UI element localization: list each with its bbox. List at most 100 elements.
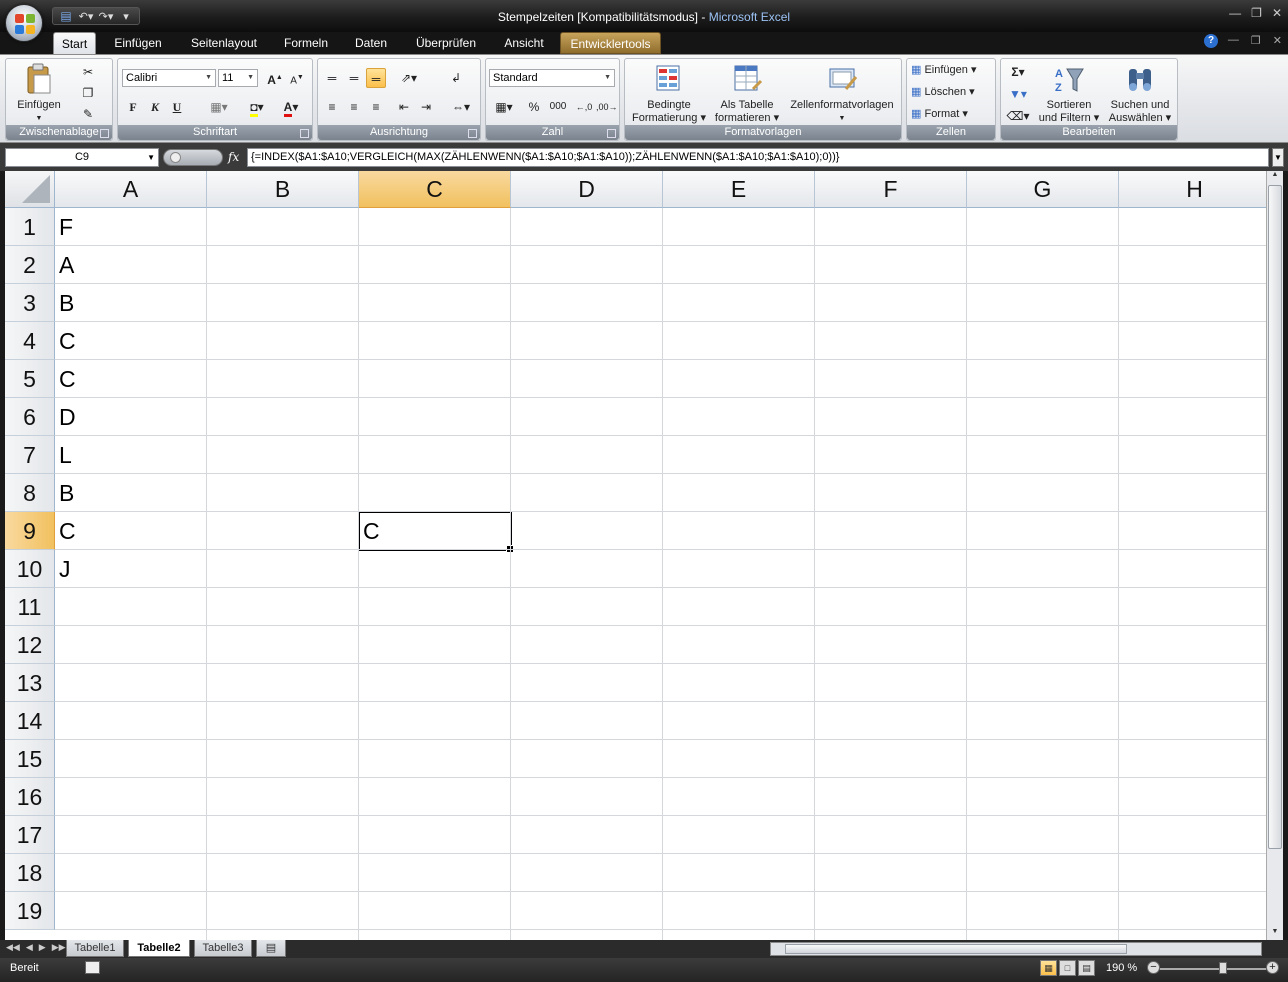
row-header-14[interactable]: 14 [5, 702, 55, 740]
shrink-font-icon[interactable]: A▼ [287, 68, 307, 88]
minimize-icon[interactable]: — [1229, 6, 1241, 20]
tab-einfuegen[interactable]: Einfügen [106, 32, 170, 54]
tab-ansicht[interactable]: Ansicht [496, 32, 552, 54]
currency-icon[interactable]: ▦▾ [489, 97, 519, 117]
align-bottom-icon[interactable]: ═ [366, 68, 386, 88]
column-header-f[interactable]: F [815, 171, 967, 208]
format-painter-icon[interactable]: ✎ [78, 104, 98, 124]
cell-a7[interactable]: L [55, 436, 207, 474]
wb-close-icon[interactable]: ✕ [1273, 34, 1282, 47]
tab-ueberpruefen[interactable]: Überprüfen [406, 32, 486, 54]
clipboard-launcher-icon[interactable] [100, 129, 109, 138]
maximize-icon[interactable]: ❐ [1251, 6, 1262, 20]
help-icon[interactable]: ? [1204, 34, 1218, 48]
fill-color-icon[interactable]: ◘▾ [242, 97, 272, 117]
conditional-formatting-button[interactable]: Bedingte Formatierung ▾ [629, 63, 709, 124]
row-header-15[interactable]: 15 [5, 740, 55, 778]
row-header-9[interactable]: 9 [5, 512, 55, 550]
next-sheet-icon[interactable]: ▶ [39, 942, 46, 953]
merge-center-icon[interactable]: ⇔▾ [446, 97, 476, 117]
first-sheet-icon[interactable]: ◀◀ [6, 942, 20, 953]
underline-button[interactable]: U [167, 97, 187, 117]
normal-view-icon[interactable]: ▦ [1040, 960, 1057, 976]
row-header-10[interactable]: 10 [5, 550, 55, 588]
find-select-button[interactable]: Suchen und Auswählen ▾ [1105, 63, 1175, 124]
cell-c9-value[interactable]: C [359, 512, 511, 550]
cell-a1[interactable]: F [55, 208, 207, 246]
row-header-17[interactable]: 17 [5, 816, 55, 854]
row-header-12[interactable]: 12 [5, 626, 55, 664]
insert-function-icon[interactable]: fx [228, 148, 246, 167]
zoom-slider-knob[interactable] [1219, 962, 1227, 974]
page-break-view-icon[interactable]: ▤ [1078, 960, 1095, 976]
row-header-7[interactable]: 7 [5, 436, 55, 474]
autosum-icon[interactable]: Σ▾ [1004, 62, 1032, 82]
cell-a6[interactable]: D [55, 398, 207, 436]
tab-entwicklertools[interactable]: Entwicklertools [560, 32, 661, 54]
page-layout-view-icon[interactable]: □ [1059, 960, 1076, 976]
grow-font-icon[interactable]: A▲ [265, 68, 285, 88]
wrap-text-icon[interactable]: ↲ [446, 68, 466, 88]
number-launcher-icon[interactable] [607, 129, 616, 138]
insert-sheet-icon[interactable]: ▤ [256, 940, 286, 957]
font-launcher-icon[interactable] [300, 129, 309, 138]
column-header-c[interactable]: C [359, 171, 511, 208]
formula-bar-splitter[interactable] [163, 149, 223, 166]
row-header-11[interactable]: 11 [5, 588, 55, 626]
cell-a10[interactable]: J [55, 550, 207, 588]
zoom-level[interactable]: 190 % [1106, 962, 1137, 974]
horizontal-scrollbar[interactable] [770, 942, 1262, 956]
row-header-1[interactable]: 1 [5, 208, 55, 246]
horizontal-scroll-thumb[interactable] [785, 944, 1127, 954]
column-header-g[interactable]: G [967, 171, 1119, 208]
align-center-icon[interactable]: ≡ [344, 97, 364, 117]
column-header-b[interactable]: B [207, 171, 359, 208]
scroll-down-icon[interactable]: ▼ [1267, 928, 1283, 940]
row-header-13[interactable]: 13 [5, 664, 55, 702]
wb-minimize-icon[interactable]: — [1228, 34, 1239, 47]
column-header-d[interactable]: D [511, 171, 663, 208]
alignment-launcher-icon[interactable] [468, 129, 477, 138]
wb-restore-icon[interactable]: ❐ [1251, 34, 1261, 47]
row-header-18[interactable]: 18 [5, 854, 55, 892]
format-cells-button[interactable]: ▦ Format ▾ [911, 108, 995, 121]
delete-cells-button[interactable]: ▦ Löschen ▾ [911, 86, 995, 99]
align-left-icon[interactable]: ≡ [322, 97, 342, 117]
name-box-dropdown-icon[interactable]: ▼ [147, 149, 155, 166]
cell-a8[interactable]: B [55, 474, 207, 512]
italic-button[interactable]: K [145, 97, 165, 117]
row-header-4[interactable]: 4 [5, 322, 55, 360]
last-sheet-icon[interactable]: ▶▶ [52, 942, 66, 953]
formula-input[interactable]: {=INDEX($A1:$A10;VERGLEICH(MAX(ZÄHLENWEN… [247, 148, 1269, 167]
font-size-box[interactable]: 11 ▼ [218, 69, 258, 87]
align-right-icon[interactable]: ≡ [366, 97, 386, 117]
tab-daten[interactable]: Daten [346, 32, 396, 54]
expand-formula-bar-icon[interactable]: ▼ [1272, 148, 1284, 167]
percent-button[interactable]: % [524, 97, 544, 117]
orientation-icon[interactable]: ⇗▾ [394, 68, 424, 88]
row-header-2[interactable]: 2 [5, 246, 55, 284]
zoom-in-icon[interactable]: + [1266, 961, 1279, 974]
bold-button[interactable]: F [123, 97, 143, 117]
prev-sheet-icon[interactable]: ◀ [26, 942, 33, 953]
zoom-out-icon[interactable]: − [1147, 961, 1160, 974]
vertical-scrollbar[interactable]: ▲ ▼ [1266, 171, 1283, 940]
row-header-19[interactable]: 19 [5, 892, 55, 930]
borders-icon[interactable]: ▦▾ [204, 97, 234, 117]
cell-a4[interactable]: C [55, 322, 207, 360]
thousands-button[interactable]: 000 [546, 97, 570, 117]
format-as-table-button[interactable]: Als Tabelle formatieren ▾ [711, 63, 783, 124]
tab-start[interactable]: Start [53, 32, 96, 54]
name-box[interactable]: C9 ▼ [5, 148, 159, 167]
insert-cells-button[interactable]: ▦ Einfügen ▾ [911, 64, 995, 77]
row-header-8[interactable]: 8 [5, 474, 55, 512]
cell-a2[interactable]: A [55, 246, 207, 284]
row-header-5[interactable]: 5 [5, 360, 55, 398]
copy-icon[interactable]: ❐ [78, 83, 98, 103]
column-header-h[interactable]: H [1119, 171, 1266, 208]
row-header-3[interactable]: 3 [5, 284, 55, 322]
vertical-scroll-thumb[interactable] [1268, 185, 1282, 849]
sheet-tab-tabelle3[interactable]: Tabelle3 [194, 940, 252, 957]
font-name-box[interactable]: Calibri ▼ [122, 69, 216, 87]
align-top-icon[interactable]: ═ [322, 68, 342, 88]
